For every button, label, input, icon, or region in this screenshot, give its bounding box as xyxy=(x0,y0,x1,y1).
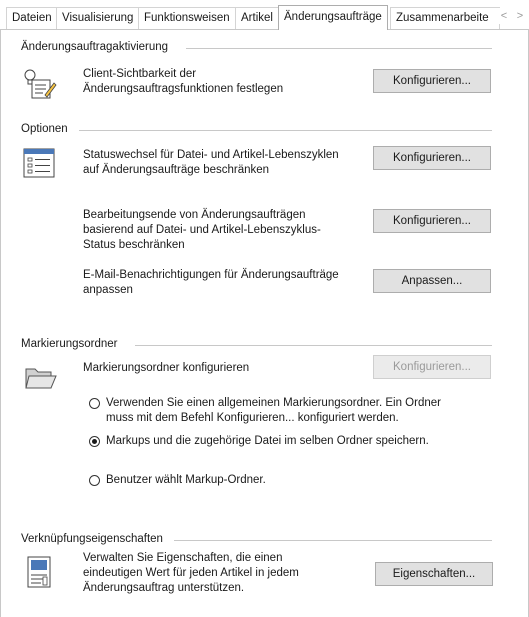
folder-icon xyxy=(25,368,57,389)
option-state-change-description: Statuswechsel für Datei- und Artikel-Leb… xyxy=(83,149,339,176)
tab-artikel[interactable]: Artikel xyxy=(235,7,279,29)
section-heading-options: Optionen xyxy=(21,123,68,135)
section-heading-markup: Markierungsordner xyxy=(21,338,118,350)
option-state-change-configure-button[interactable]: Konfigurieren... xyxy=(373,146,491,170)
tab-visualisierung[interactable]: Visualisierung xyxy=(56,7,140,29)
radio-user-selects[interactable]: Benutzer wählt Markup-Ordner. xyxy=(89,473,461,488)
tab-zusammenarbeit[interactable]: Zusammenarbeite xyxy=(390,7,500,29)
section-divider xyxy=(186,48,492,49)
links-description: Verwalten Sie Eigenschaften, die einen e… xyxy=(83,552,299,594)
radio-shared-folder-control[interactable] xyxy=(89,398,100,409)
tab-panel: Änderungsauftragaktivierung Client-Sicht… xyxy=(0,30,529,617)
links-properties-button[interactable]: Eigenschaften... xyxy=(375,562,493,586)
option-checkin-restrict-description: Bearbeitungsende von Änderungsaufträgen … xyxy=(83,209,321,251)
list-options-icon xyxy=(23,148,55,178)
radio-same-folder-control[interactable] xyxy=(89,436,100,447)
section-divider xyxy=(79,130,492,131)
tab-scroll-arrows: < > xyxy=(497,8,527,24)
tab-funktionsweisen[interactable]: Funktionsweisen xyxy=(138,7,236,29)
section-heading-activation: Änderungsauftragaktivierung xyxy=(21,41,169,53)
option-email-description: E-Mail-Benachrichtigungen für Änderungsa… xyxy=(83,269,339,296)
option-email-customize-button[interactable]: Anpassen... xyxy=(373,269,491,293)
tab-dateien[interactable]: Dateien xyxy=(6,7,58,29)
radio-same-folder[interactable]: Markups und die zugehörige Datei im selb… xyxy=(89,434,461,449)
properties-icon xyxy=(27,556,51,588)
section-divider xyxy=(174,540,492,541)
radio-same-folder-label: Markups und die zugehörige Datei im selb… xyxy=(106,435,429,447)
option-checkin-restrict-configure-button[interactable]: Konfigurieren... xyxy=(373,209,491,233)
activation-description: Client-Sichtbarkeit der Änderungsauftrag… xyxy=(83,68,284,95)
markup-folder-description: Markierungsordner konfigurieren xyxy=(83,362,250,374)
radio-user-selects-label: Benutzer wählt Markup-Ordner. xyxy=(106,474,266,486)
radio-shared-folder-label: Verwenden Sie einen allgemeinen Markieru… xyxy=(106,397,441,424)
section-heading-links: Verknüpfungseigenschaften xyxy=(21,533,163,545)
radio-user-selects-control[interactable] xyxy=(89,475,100,486)
markup-configure-button[interactable]: Konfigurieren... xyxy=(373,355,491,379)
activation-configure-button[interactable]: Konfigurieren... xyxy=(373,69,491,93)
scroll-right-icon[interactable]: > xyxy=(513,8,527,24)
tab-strip: Dateien Visualisierung Funktionsweisen A… xyxy=(0,0,529,30)
section-divider xyxy=(135,345,492,346)
tab-aenderungsauftraege[interactable]: Änderungsaufträge xyxy=(278,5,388,30)
client-visibility-icon xyxy=(24,69,57,99)
radio-shared-folder[interactable]: Verwenden Sie einen allgemeinen Markieru… xyxy=(89,396,461,426)
scroll-left-icon[interactable]: < xyxy=(497,8,511,24)
